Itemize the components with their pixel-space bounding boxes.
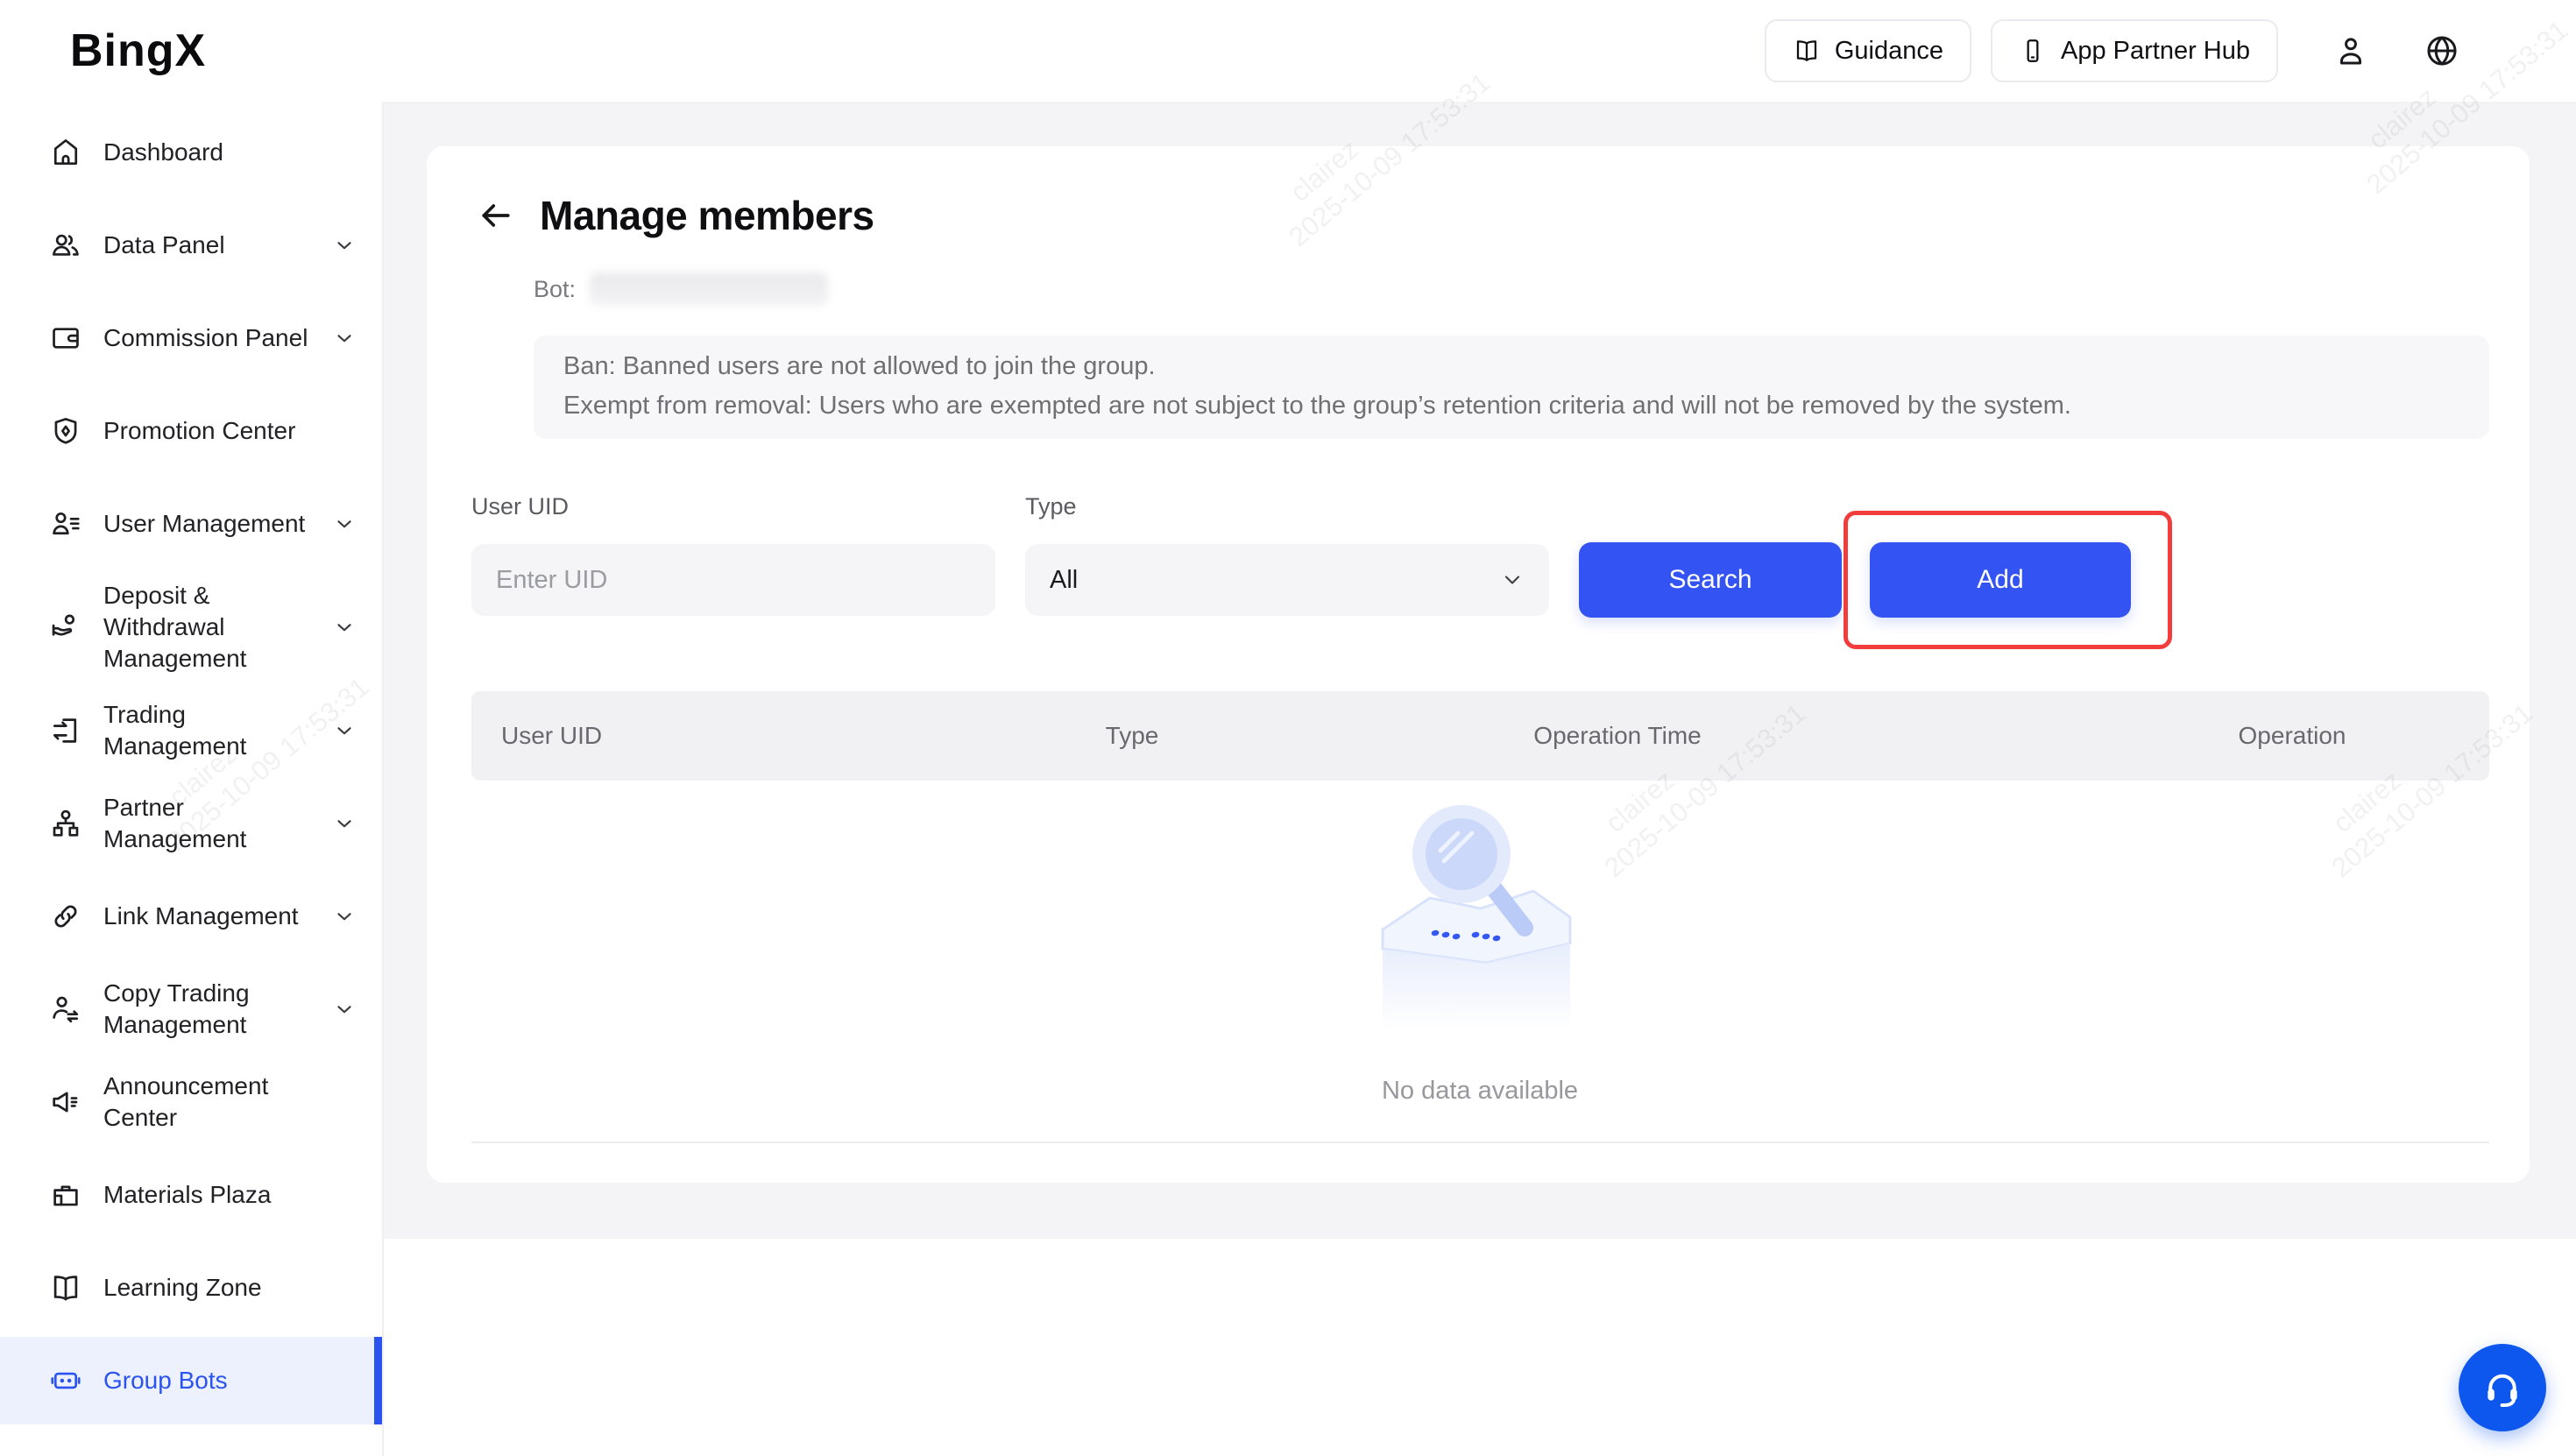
megaphone-icon bbox=[49, 1085, 82, 1119]
type-label: Type bbox=[1025, 493, 1077, 520]
app-partner-hub-button[interactable]: App Partner Hub bbox=[1991, 19, 2278, 82]
sidebar-item-label: Commission Panel bbox=[103, 322, 308, 354]
empty-state-illustration bbox=[1370, 795, 1589, 1049]
sidebar-item-label: Link Management bbox=[103, 901, 299, 932]
toolbox-icon bbox=[49, 1178, 82, 1212]
org-chart-icon bbox=[49, 807, 82, 840]
sidebar-item-label: Trading Management bbox=[103, 699, 312, 762]
search-button[interactable]: Search bbox=[1579, 542, 1842, 618]
type-select-value: All bbox=[1050, 566, 1078, 595]
guidance-label: Guidance bbox=[1835, 37, 1943, 66]
sidebar-item-label: Data Panel bbox=[103, 230, 225, 261]
column-type: Type bbox=[1106, 691, 1159, 781]
guidance-button[interactable]: Guidance bbox=[1765, 19, 1971, 82]
mobile-phone-icon bbox=[2019, 37, 2047, 65]
manage-members-card: Manage members Bot: Ban: Banned users ar… bbox=[427, 146, 2530, 1183]
user-uid-label: User UID bbox=[471, 493, 569, 520]
chevron-down-icon bbox=[333, 512, 356, 535]
copy-trading-icon bbox=[49, 993, 82, 1026]
sidebar-item-trading-management[interactable]: Trading Management bbox=[0, 687, 382, 774]
chevron-down-icon bbox=[1500, 568, 1525, 592]
chevron-down-icon bbox=[333, 327, 356, 350]
open-book-icon bbox=[49, 1271, 82, 1304]
sidebar-item-label: User Management bbox=[103, 508, 305, 540]
sidebar: Dashboard Data Panel Commission Panel Pr… bbox=[0, 102, 384, 1456]
sidebar-item-data-panel[interactable]: Data Panel bbox=[0, 201, 382, 289]
customer-support-button[interactable] bbox=[2459, 1344, 2546, 1431]
notice-line-1: Ban: Banned users are not allowed to joi… bbox=[563, 347, 2459, 386]
bingx-logo[interactable]: BingX bbox=[70, 25, 206, 77]
notice-box: Ban: Banned users are not allowed to joi… bbox=[534, 336, 2489, 439]
sidebar-item-label: Group Bots bbox=[103, 1365, 228, 1396]
column-operation-time: Operation Time bbox=[1533, 691, 1701, 781]
empty-state-text: No data available bbox=[1382, 1077, 1578, 1106]
robot-icon bbox=[49, 1364, 82, 1397]
bot-name-redacted bbox=[590, 272, 828, 306]
sidebar-item-learning-zone[interactable]: Learning Zone bbox=[0, 1244, 382, 1332]
sidebar-item-link-management[interactable]: Link Management bbox=[0, 873, 382, 960]
sidebar-item-label: Learning Zone bbox=[103, 1272, 262, 1304]
sidebar-item-announcement-center[interactable]: Announcement Center bbox=[0, 1058, 382, 1146]
chevron-down-icon bbox=[333, 234, 356, 257]
chevron-down-icon bbox=[333, 998, 356, 1021]
sidebar-item-user-management[interactable]: User Management bbox=[0, 480, 382, 568]
bot-label: Bot: bbox=[534, 276, 576, 303]
sidebar-item-partner-management[interactable]: Partner Management bbox=[0, 780, 382, 867]
sidebar-item-promotion-center[interactable]: Promotion Center bbox=[0, 387, 382, 475]
sidebar-item-label: Dashboard bbox=[103, 137, 223, 168]
transfer-icon bbox=[49, 714, 82, 747]
sidebar-item-label: Partner Management bbox=[103, 792, 312, 855]
topbar-actions: Guidance App Partner Hub bbox=[1765, 19, 2576, 82]
topbar: BingX Guidance App Partner Hub bbox=[0, 0, 2576, 102]
sidebar-item-commission-panel[interactable]: Commission Panel bbox=[0, 294, 382, 382]
table-bottom-divider bbox=[471, 1141, 2489, 1143]
chevron-down-icon bbox=[333, 812, 356, 835]
sidebar-item-label: Promotion Center bbox=[103, 415, 295, 447]
user-uid-input[interactable] bbox=[471, 544, 995, 616]
column-operation: Operation bbox=[2239, 691, 2346, 781]
main-content: Manage members Bot: Ban: Banned users ar… bbox=[384, 102, 2576, 1456]
table-header: User UID Type Operation Time Operation bbox=[471, 691, 2489, 781]
users-icon bbox=[49, 229, 82, 262]
notice-line-2: Exempt from removal: Users who are exemp… bbox=[563, 386, 2459, 426]
column-user-uid: User UID bbox=[501, 691, 602, 781]
sidebar-item-group-bots[interactable]: Group Bots bbox=[0, 1337, 382, 1424]
chevron-down-icon bbox=[333, 905, 356, 928]
sidebar-item-deposit-withdrawal-management[interactable]: Deposit & Withdrawal Management bbox=[0, 573, 382, 682]
chevron-down-icon bbox=[333, 616, 356, 639]
sidebar-item-dashboard[interactable]: Dashboard bbox=[0, 109, 382, 196]
user-list-icon bbox=[49, 507, 82, 541]
chevron-down-icon bbox=[333, 719, 356, 742]
sidebar-nav: Dashboard Data Panel Commission Panel Pr… bbox=[0, 102, 382, 1424]
add-button[interactable]: Add bbox=[1870, 542, 2131, 618]
shield-badge-icon bbox=[49, 414, 82, 448]
headset-icon bbox=[2480, 1366, 2524, 1410]
wallet-icon bbox=[49, 322, 82, 355]
sidebar-item-label: Deposit & Withdrawal Management bbox=[103, 580, 312, 675]
app-partner-hub-label: App Partner Hub bbox=[2061, 37, 2250, 66]
language-globe-icon[interactable] bbox=[2424, 32, 2460, 69]
bot-row: Bot: bbox=[534, 271, 828, 307]
page-title: Manage members bbox=[540, 192, 874, 239]
sidebar-item-materials-plaza[interactable]: Materials Plaza bbox=[0, 1151, 382, 1239]
guidance-book-icon bbox=[1793, 37, 1821, 65]
hand-coin-icon bbox=[49, 611, 82, 644]
page-header: Manage members bbox=[477, 192, 874, 239]
sidebar-item-label: Materials Plaza bbox=[103, 1179, 271, 1211]
sidebar-item-label: Copy Trading Management bbox=[103, 978, 312, 1041]
account-icon[interactable] bbox=[2332, 32, 2369, 69]
home-icon bbox=[49, 136, 82, 169]
sidebar-item-label: Announcement Center bbox=[103, 1071, 327, 1134]
link-icon bbox=[49, 900, 82, 933]
sidebar-item-copy-trading-management[interactable]: Copy Trading Management bbox=[0, 965, 382, 1053]
type-select[interactable]: All bbox=[1025, 544, 1549, 616]
back-arrow-icon[interactable] bbox=[477, 196, 515, 235]
